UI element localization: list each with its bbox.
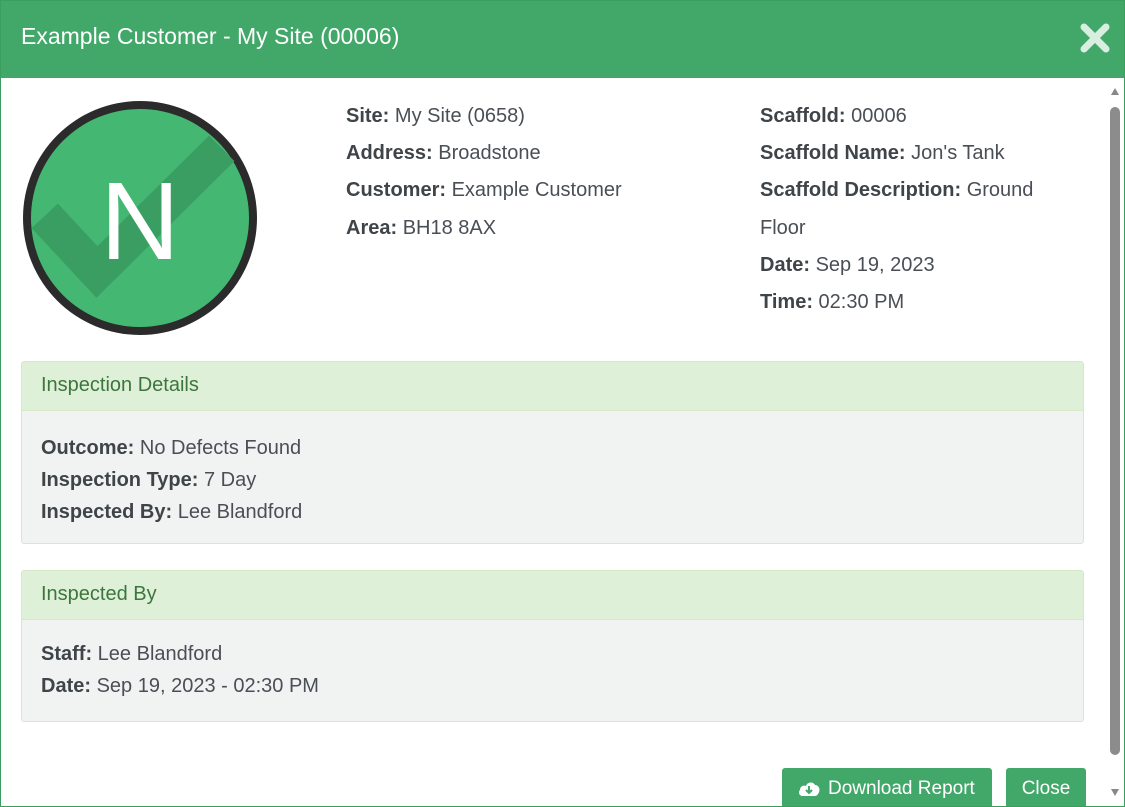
close-icon[interactable] bbox=[1078, 21, 1112, 55]
scaffold-info: Scaffold: 00006 Scaffold Name: Jon's Tan… bbox=[760, 98, 1070, 321]
download-report-label: Download Report bbox=[828, 778, 975, 799]
dialog-body: N Site: My Site (0658) Address: Broadsto… bbox=[1, 78, 1106, 806]
inspection-dialog: Example Customer - My Site (00006) N Sit… bbox=[0, 0, 1125, 807]
date-row: Date: Sep 19, 2023 bbox=[760, 253, 935, 276]
inspected-by-row: Inspected By: Lee Blandford bbox=[41, 501, 303, 523]
scaffold-row: Scaffold: 00006 bbox=[760, 105, 907, 127]
inspection-date-row: Date: Sep 19, 2023 - 02:30 PM bbox=[41, 675, 319, 697]
address-row: Address: Broadstone bbox=[346, 142, 541, 165]
no-defects-badge: N bbox=[23, 101, 257, 335]
staff-row: Staff: Lee Blandford bbox=[41, 643, 223, 665]
inspection-details-panel: Inspection Details Outcome: No Defects F… bbox=[21, 361, 1084, 544]
dialog-title: Example Customer - My Site (00006) bbox=[21, 23, 400, 49]
time-row: Time: 02:30 PM bbox=[760, 291, 905, 314]
scaffold-name-row: Scaffold Name: Jon's Tank bbox=[760, 142, 1005, 165]
download-report-button[interactable]: Download Report bbox=[782, 768, 992, 806]
panel-heading: Inspected By bbox=[22, 571, 1083, 620]
site-info: Site: My Site (0658) Address: Broadstone… bbox=[346, 98, 726, 247]
badge-letter: N bbox=[100, 160, 179, 283]
dialog-header: Example Customer - My Site (00006) bbox=[1, 1, 1124, 78]
vertical-scrollbar[interactable] bbox=[1106, 78, 1124, 806]
scrollbar-thumb[interactable] bbox=[1110, 107, 1120, 755]
cloud-download-icon bbox=[799, 782, 820, 796]
panel-heading: Inspection Details bbox=[22, 362, 1083, 411]
customer-row: Customer: Example Customer bbox=[346, 179, 622, 202]
inspected-by-panel: Inspected By Staff: Lee Blandford Date: … bbox=[21, 570, 1084, 722]
scroll-down-arrow-icon[interactable] bbox=[1111, 789, 1119, 796]
panel-body: Outcome: No Defects Found Inspection Typ… bbox=[22, 411, 1083, 528]
area-row: Area: BH18 8AX bbox=[346, 216, 497, 239]
outcome-row: Outcome: No Defects Found bbox=[41, 437, 302, 459]
close-button[interactable]: Close bbox=[1006, 768, 1086, 806]
scroll-up-arrow-icon[interactable] bbox=[1111, 88, 1119, 95]
scaffold-description-row: Scaffold Description: Ground Floor bbox=[760, 179, 1034, 239]
inspection-type-row: Inspection Type: 7 Day bbox=[41, 469, 257, 491]
panel-body: Staff: Lee Blandford Date: Sep 19, 2023 … bbox=[22, 620, 1083, 702]
site-row: Site: My Site (0658) bbox=[346, 105, 525, 127]
